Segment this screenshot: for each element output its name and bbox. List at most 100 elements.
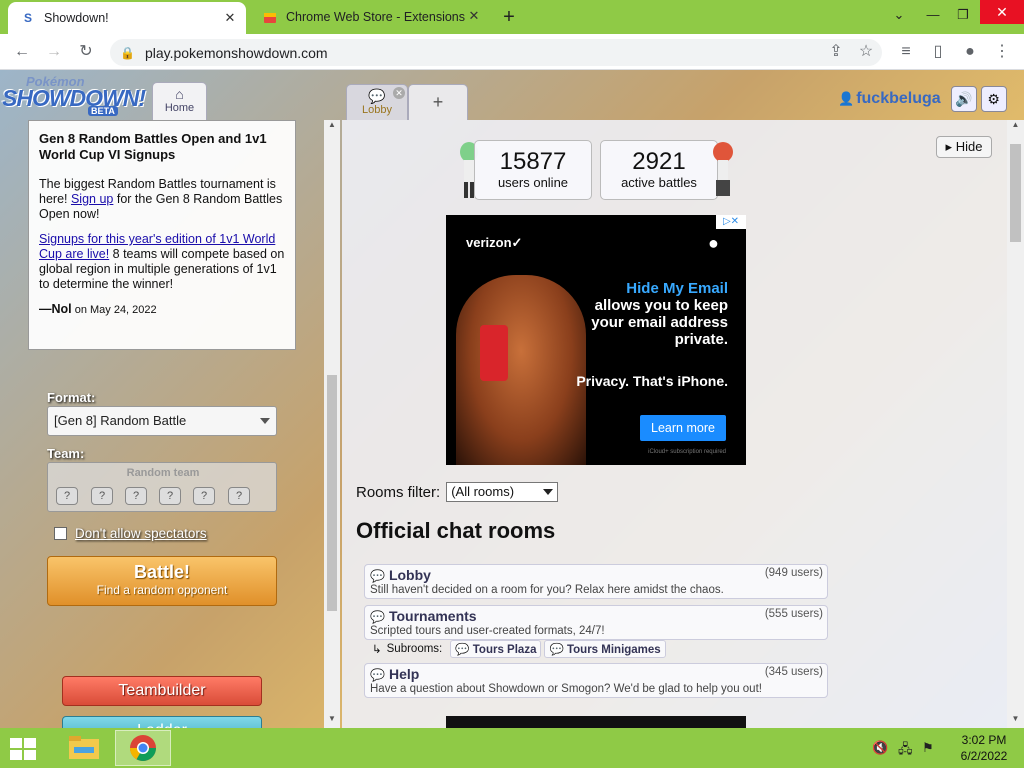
spectators-label[interactable]: Don't allow spectators — [75, 526, 207, 541]
window-close-icon[interactable]: ✕ — [980, 0, 1024, 24]
tab-search-icon[interactable]: ⌄ — [884, 2, 914, 28]
pokeball-icon: ? — [56, 487, 78, 505]
system-clock[interactable]: 3:02 PM 6/2/2022 — [952, 732, 1016, 764]
hide-button[interactable]: ▸ Hide — [936, 136, 992, 158]
scroll-up-icon[interactable]: ▲ — [324, 120, 340, 134]
pokeball-icon: ? — [193, 487, 215, 505]
user-bar: 👤 fuckbeluga 🔊 ⚙ — [838, 86, 1007, 112]
close-tab-icon[interactable]: ✕ — [222, 10, 238, 26]
learn-more-button[interactable]: Learn more — [640, 415, 726, 441]
advertisement-bottom[interactable] — [446, 716, 746, 728]
volume-muted-icon[interactable]: 🔇 — [872, 740, 888, 756]
user-icon: 👤 — [838, 91, 855, 106]
news-signature: —Nol on May 24, 2022 — [39, 302, 157, 316]
back-icon[interactable]: ← — [10, 40, 34, 64]
pokeball-icon: ? — [228, 487, 250, 505]
room-help[interactable]: 💬 Help (345 users) Have a question about … — [364, 663, 828, 698]
apple-logo-icon: ● — [708, 233, 719, 253]
browser-toolbar: ← → ↻ 🔒 play.pokemonshowdown.com ⇪ ☆ ≡ ▯… — [0, 34, 1024, 70]
lobby-pane: ▸ Hide 15877 users online 2921 active ba… — [342, 120, 1007, 728]
spectators-checkbox-row[interactable]: Don't allow spectators — [54, 526, 207, 541]
close-lobby-icon[interactable]: ✕ — [393, 87, 405, 99]
chat-bubble-icon: 💬 — [370, 668, 385, 682]
new-tab-button[interactable]: + — [498, 6, 520, 28]
showdown-header: Pokémon SHOWDOWN! BETA ⌂ Home ✕ 💬 Lobby … — [0, 70, 1024, 120]
home-icon: ⌂ — [175, 86, 184, 102]
teambuilder-button[interactable]: Teambuilder — [62, 676, 262, 706]
chat-bubble-icon: 💬 — [370, 569, 385, 583]
url-text: play.pokemonshowdown.com — [144, 44, 328, 61]
right-scrollbar[interactable]: ▲ ▼ — [1007, 120, 1024, 728]
team-select[interactable]: Random team ? ? ? ? ? ? — [47, 462, 277, 512]
subroom-tours-plaza[interactable]: 💬 Tours Plaza — [450, 640, 542, 658]
file-explorer-icon[interactable] — [56, 730, 112, 766]
advertisement[interactable]: verizon✓ ● Hide My Email allows you to k… — [446, 215, 746, 465]
media-icon[interactable]: ≡ — [894, 40, 918, 64]
pokeball-icon: ? — [91, 487, 113, 505]
showdown-favicon-icon: S — [23, 11, 32, 25]
active-battles-stat[interactable]: 2921 active battles — [600, 140, 718, 200]
chevron-down-icon — [543, 489, 554, 495]
battle-button[interactable]: Battle! Find a random opponent — [47, 556, 277, 606]
share-icon[interactable]: ⇪ — [824, 40, 848, 64]
gear-icon[interactable]: ⚙ — [980, 86, 1007, 112]
scroll-up-icon[interactable]: ▲ — [1007, 120, 1024, 134]
scroll-thumb[interactable] — [1010, 144, 1021, 242]
chevron-down-icon — [260, 418, 270, 424]
pokeball-icon: ? — [125, 487, 147, 505]
news-paragraph: The biggest Random Battles tournament is… — [39, 177, 283, 221]
address-bar[interactable]: 🔒 play.pokemonshowdown.com — [110, 39, 882, 66]
profile-icon[interactable]: ● — [958, 40, 982, 64]
iphone-image — [480, 325, 508, 381]
ad-close-icon[interactable]: ▷✕ — [716, 215, 746, 229]
room-lobby[interactable]: 💬 Lobby (949 users) Still haven't decided… — [364, 564, 828, 599]
left-scrollbar[interactable]: ▲ ▼ — [324, 120, 340, 728]
browser-tab-chrome-store[interactable]: Chrome Web Store - Extensions ✕ — [250, 0, 490, 34]
windows-start-icon[interactable] — [8, 736, 38, 762]
scroll-down-icon[interactable]: ▼ — [324, 714, 340, 728]
sound-icon[interactable]: 🔊 — [950, 86, 977, 112]
official-rooms-heading: Official chat rooms — [356, 518, 556, 543]
spectators-checkbox[interactable] — [54, 527, 67, 540]
showdown-page: Pokémon SHOWDOWN! BETA ⌂ Home ✕ 💬 Lobby … — [0, 70, 1024, 728]
chat-bubble-icon: 💬 — [370, 610, 385, 624]
tab-title: Showdown! — [44, 11, 109, 25]
ad-photo — [456, 275, 586, 465]
users-online-stat: 15877 users online — [474, 140, 592, 200]
subroom-tours-minigames[interactable]: 💬 Tours Minigames — [544, 640, 666, 658]
close-tab-icon[interactable]: ✕ — [466, 8, 482, 24]
network-icon[interactable]: 🖧 — [898, 740, 913, 762]
scroll-down-icon[interactable]: ▼ — [1007, 714, 1024, 728]
tab-home[interactable]: ⌂ Home — [152, 82, 207, 120]
bookmark-star-icon[interactable]: ☆ — [854, 40, 878, 64]
subroom-arrow-icon: ↳ — [372, 644, 382, 656]
tab-title: Chrome Web Store - Extensions — [286, 10, 466, 24]
tab-lobby[interactable]: ✕ 💬 Lobby — [346, 84, 408, 120]
restore-icon[interactable]: ❐ — [948, 2, 978, 28]
reload-icon[interactable]: ↻ — [74, 40, 98, 64]
side-panel-icon[interactable]: ▯ — [926, 40, 950, 64]
rooms-filter-select[interactable]: (All rooms) — [446, 482, 559, 502]
add-tab-button[interactable]: + — [408, 84, 468, 120]
format-label: Format: — [47, 390, 96, 405]
subrooms-row: ↳ Subrooms: 💬 Tours Plaza 💬 Tours Miniga… — [372, 640, 666, 658]
room-tournaments[interactable]: 💬 Tournaments (555 users) Scripted tours … — [364, 605, 828, 640]
lock-icon: 🔒 — [120, 45, 135, 60]
chrome-taskbar-icon[interactable] — [115, 730, 171, 766]
meloetta-pirouette-sprite-icon — [713, 142, 733, 196]
scroll-thumb[interactable] — [327, 375, 337, 611]
username[interactable]: fuckbeluga — [856, 90, 940, 108]
browser-tab-showdown[interactable]: S Showdown! ✕ — [8, 2, 246, 34]
browser-tabstrip: S Showdown! ✕ Chrome Web Store - Extensi… — [0, 0, 1024, 34]
menu-kebab-icon[interactable]: ⋮ — [990, 40, 1014, 64]
news-title: Gen 8 Random Battles Open and 1v1 World … — [39, 131, 267, 162]
format-select[interactable]: [Gen 8] Random Battle — [47, 406, 277, 436]
chrome-store-favicon-icon — [262, 9, 278, 25]
sign-up-link[interactable]: Sign up — [71, 192, 113, 206]
showdown-logo[interactable]: Pokémon SHOWDOWN! BETA — [2, 72, 150, 118]
ladder-button[interactable]: Ladder — [62, 716, 262, 728]
pokeball-icon: ? — [159, 487, 181, 505]
forward-icon[interactable]: → — [42, 40, 66, 64]
action-center-icon[interactable]: ⚑ — [922, 740, 934, 756]
minimize-icon[interactable]: — — [918, 2, 948, 28]
